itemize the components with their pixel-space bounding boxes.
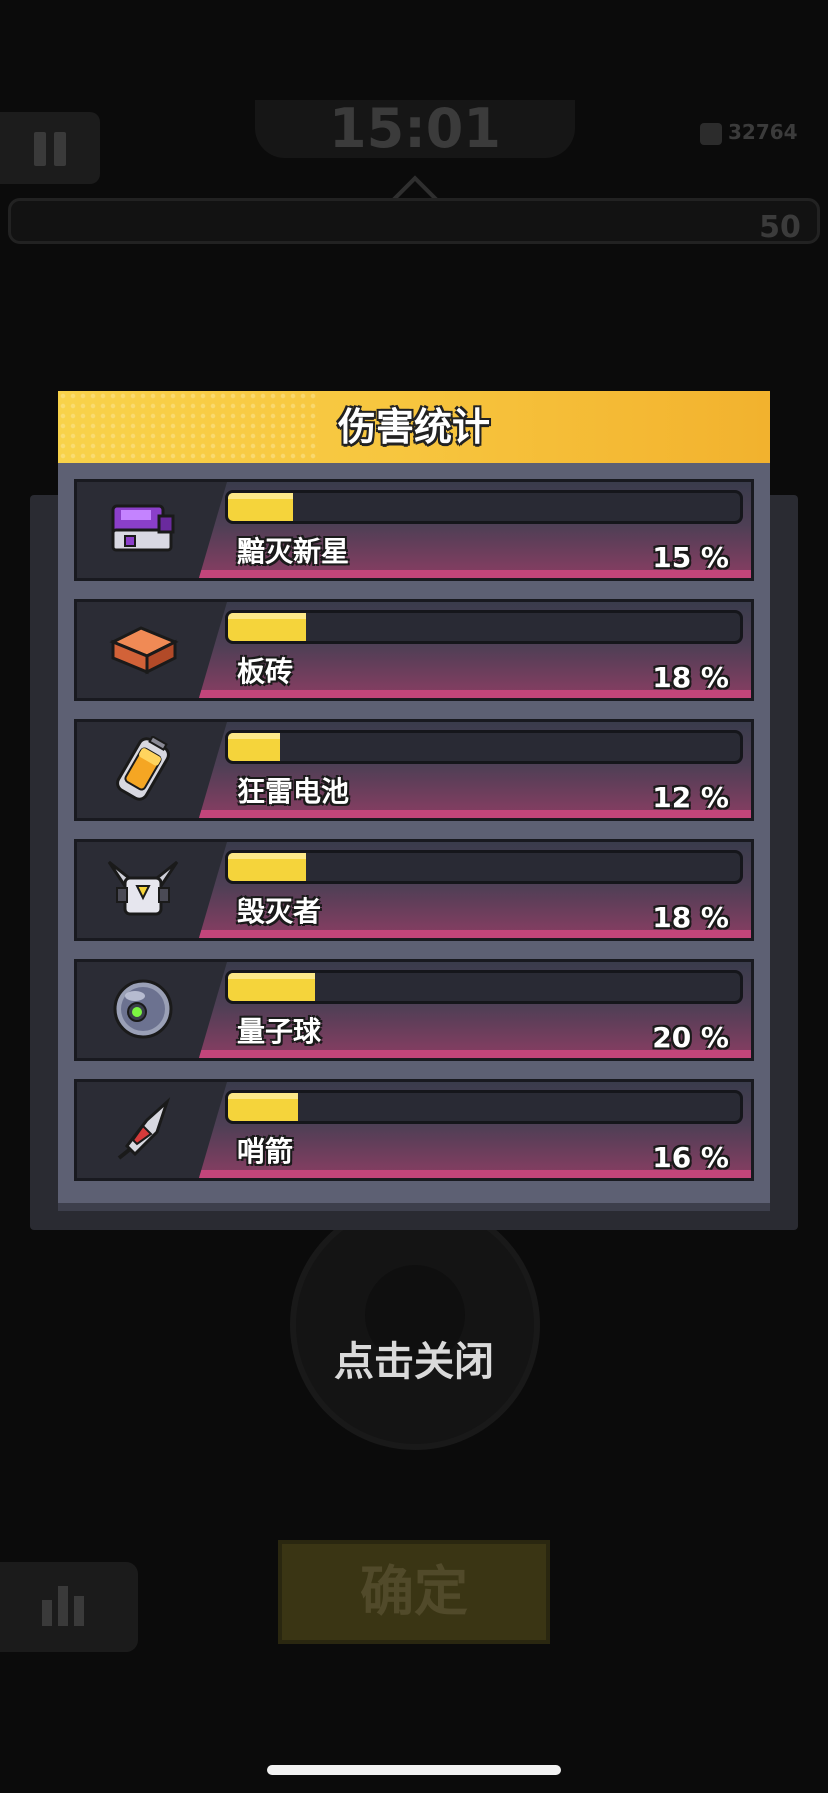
damage-row: 哨箭 16 % (74, 1079, 754, 1181)
damage-bar-fill (228, 493, 294, 521)
dialog-title: 伤害统计 (337, 405, 490, 449)
bar-chart-icon-bar (58, 1586, 68, 1626)
battery-icon (116, 736, 170, 801)
damage-row: 量子球 20 % (74, 959, 754, 1061)
coin-counter: 32764 (700, 112, 828, 152)
bar-chart-icon-bar (74, 1596, 84, 1626)
damage-stats-dialog: 伤害统计 黯灭新星 15 % 板砖 18 % 狂雷电池 12 % 毁灭者 18 … (58, 391, 770, 1211)
pause-icon (34, 132, 46, 166)
arrow-dart-icon (117, 1097, 171, 1160)
dialog-body: 黯灭新星 15 % 板砖 18 % 狂雷电池 12 % 毁灭者 18 % 量子球… (58, 463, 770, 1211)
damage-bar (225, 610, 743, 644)
damage-bar-fill (228, 613, 307, 641)
player-level: 50 (759, 210, 801, 245)
destroyer-robot-icon (107, 860, 179, 916)
xp-bar (8, 198, 820, 244)
skill-name: 黯灭新星 (237, 535, 350, 568)
skill-name: 狂雷电池 (237, 775, 350, 808)
damage-percent: 18 % (652, 661, 729, 694)
damage-bar (225, 730, 743, 764)
quantum-orb-icon (113, 979, 173, 1039)
purple-gadget-icon (111, 504, 175, 552)
confirm-button[interactable]: 确定 (278, 1540, 550, 1644)
stats-button[interactable] (0, 1562, 138, 1652)
coin-count: 32764 (728, 120, 798, 144)
damage-row: 毁灭者 18 % (74, 839, 754, 941)
tap-to-close-label[interactable]: 点击关闭 (0, 1332, 828, 1392)
bar-chart-icon (42, 1600, 52, 1626)
damage-percent: 18 % (652, 901, 729, 934)
damage-bar (225, 1090, 743, 1124)
damage-percent: 12 % (652, 781, 729, 814)
damage-bar-fill (228, 853, 307, 881)
damage-bar (225, 850, 743, 884)
pause-icon-bar (54, 132, 66, 166)
coin-icon (700, 122, 722, 145)
brick-icon (109, 626, 179, 675)
skill-name: 毁灭者 (237, 895, 322, 928)
pause-button[interactable] (0, 112, 100, 184)
damage-bar-fill (228, 733, 281, 761)
skill-name: 量子球 (237, 1015, 322, 1048)
damage-bar-fill (228, 1093, 298, 1121)
damage-row: 狂雷电池 12 % (74, 719, 754, 821)
damage-bar (225, 970, 743, 1004)
damage-percent: 20 % (652, 1021, 729, 1054)
home-indicator[interactable] (267, 1765, 561, 1775)
damage-percent: 16 % (652, 1141, 729, 1174)
skill-name: 板砖 (237, 655, 294, 688)
damage-row: 板砖 18 % (74, 599, 754, 701)
damage-bar-fill (228, 973, 316, 1001)
game-timer: 15:01 (255, 100, 575, 158)
damage-bar (225, 490, 743, 524)
skill-name: 哨箭 (237, 1135, 294, 1168)
dialog-header: 伤害统计 (58, 391, 770, 466)
damage-row: 黯灭新星 15 % (74, 479, 754, 581)
damage-percent: 15 % (652, 541, 729, 574)
